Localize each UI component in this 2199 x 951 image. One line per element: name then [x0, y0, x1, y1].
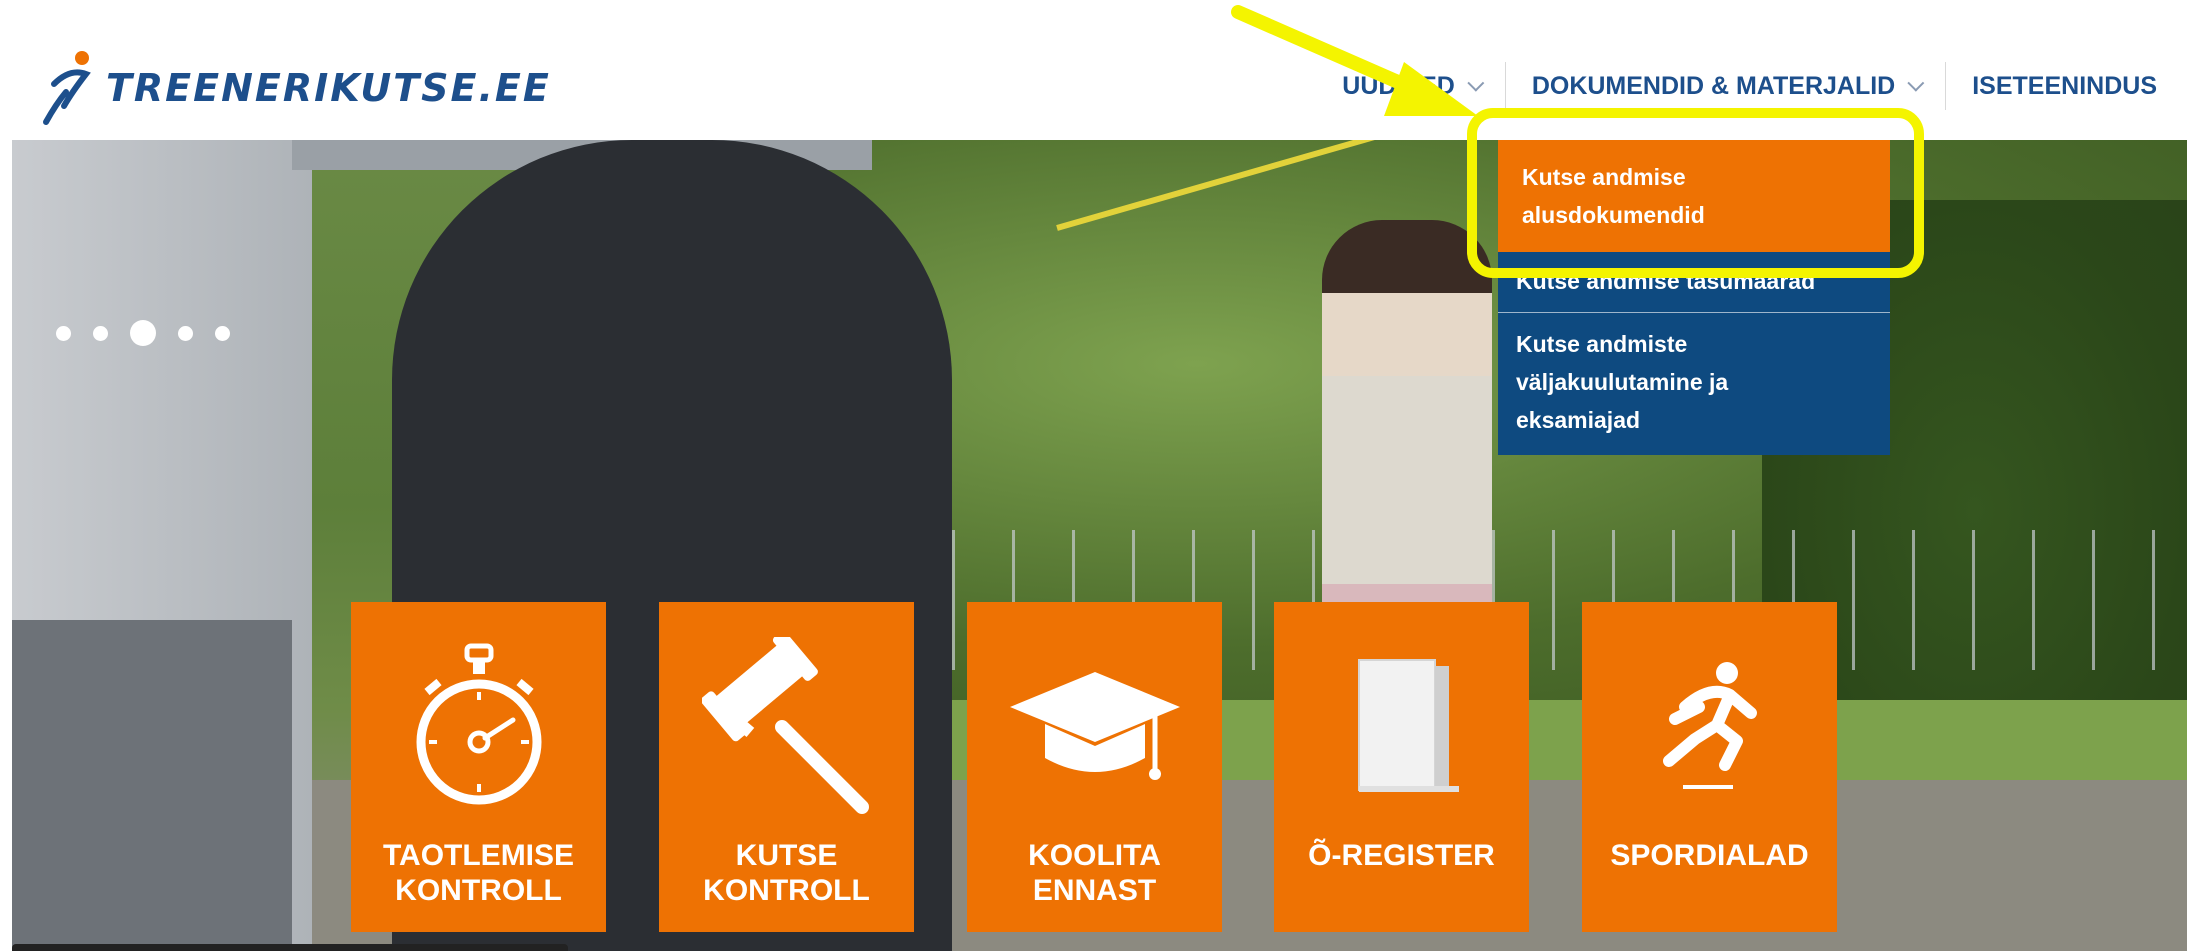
tile-spordialad[interactable]: SPORDIALAD — [1582, 602, 1837, 932]
tile-label-line1: TAOTLEMISE — [382, 839, 575, 872]
gavel-icon — [701, 637, 869, 814]
hero-image-building-base — [12, 620, 292, 951]
tile-koolita-ennast[interactable]: KOOLITA ENNAST — [967, 602, 1222, 932]
nav-item-label: DOKUMENDID & MATERJALID — [1531, 71, 1896, 100]
logo-text: TREENERIKUTSE.EE — [106, 66, 551, 110]
site-logo[interactable]: TREENERIKUTSE.EE — [36, 48, 551, 128]
main-nav: UUDISED DOKUMENDID & MATERJALID ISETEENI… — [1316, 62, 2183, 110]
menu-item-label: Kutse andmise alusdokumendid — [1522, 164, 1705, 228]
tile-label-line1: KUTSE — [735, 839, 838, 872]
stopwatch-icon — [416, 643, 541, 805]
tile-taotlemise-kontroll[interactable]: TAOTLEMISE KONTROLL — [351, 602, 606, 932]
runner-logo-icon — [43, 51, 91, 125]
tile-o-register[interactable]: Õ-REGISTER — [1274, 602, 1529, 932]
slider-dot[interactable] — [93, 325, 108, 341]
tile-kutse-kontroll[interactable]: KUTSE KONTROLL — [659, 602, 914, 932]
menu-item-label: Kutse andmiste väljakuulutamine ja eksam… — [1516, 331, 1729, 433]
slider-dot[interactable] — [178, 325, 193, 341]
nav-item-label: ISETEENINDUS — [1972, 71, 2157, 100]
bottom-edge-bar — [12, 944, 568, 951]
chevron-down-icon — [1467, 74, 1485, 92]
slider-dots — [56, 320, 252, 346]
slider-dot[interactable] — [215, 325, 230, 341]
tile-label-line2: ENNAST — [1032, 874, 1157, 907]
book-icon — [1357, 659, 1459, 792]
nav-item-uudised[interactable]: UUDISED — [1316, 62, 1505, 110]
site-header: TREENERIKUTSE.EE UUDISED DOKUMENDID & MA… — [0, 0, 2199, 140]
menu-item-label: Kutse andmise tasumäärad — [1516, 268, 1816, 294]
nav-item-iseteenindus[interactable]: ISETEENINDUS — [1945, 62, 2183, 110]
slider-dot-active[interactable] — [130, 320, 156, 346]
runner-icon — [1662, 662, 1757, 789]
chevron-down-icon — [1907, 74, 1925, 92]
slider-dot[interactable] — [56, 325, 71, 341]
tile-label-line2: KONTROLL — [703, 874, 870, 907]
graduation-cap-icon — [1009, 672, 1180, 780]
tile-label-line1: KOOLITA — [1028, 839, 1161, 872]
tile-label-line1: Õ-REGISTER — [1308, 839, 1495, 872]
menu-item-kutse-andmiste-valjakuulutamine[interactable]: Kutse andmiste väljakuulutamine ja eksam… — [1498, 312, 1890, 455]
menu-item-kutse-andmise-alusdokumendid[interactable]: Kutse andmise alusdokumendid — [1498, 140, 1890, 252]
tile-label-line1: SPORDIALAD — [1610, 839, 1809, 872]
dokumendid-dropdown-menu: Kutse andmise alusdokumendid Kutse andmi… — [1498, 140, 1890, 455]
nav-item-label: UUDISED — [1342, 71, 1455, 100]
menu-item-kutse-andmise-tasumaarad[interactable]: Kutse andmise tasumäärad — [1498, 252, 1890, 312]
nav-item-dokumendid[interactable]: DOKUMENDID & MATERJALID — [1504, 62, 1945, 110]
tile-label-line2: KONTROLL — [395, 874, 562, 907]
